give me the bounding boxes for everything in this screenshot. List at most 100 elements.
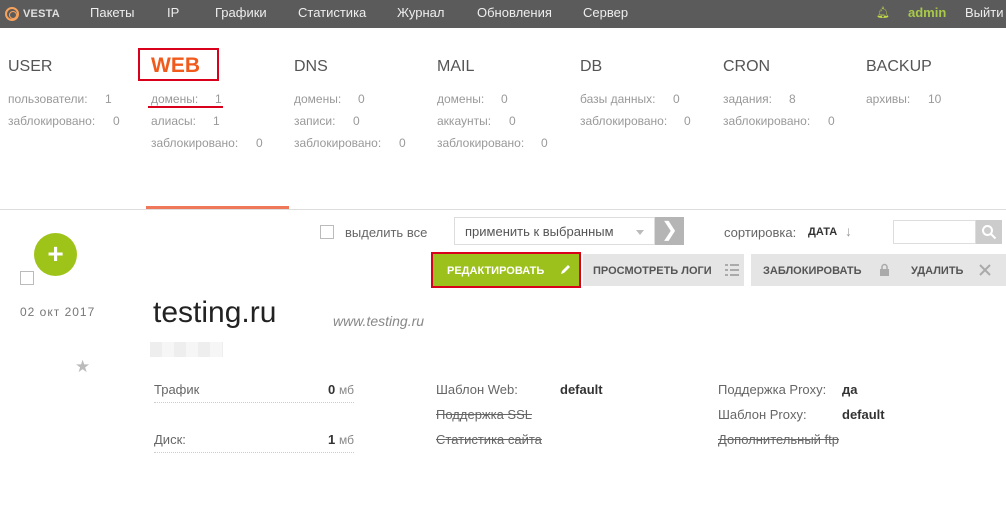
view-logs-label: ПРОСМОТРЕТЬ ЛОГИ [593, 265, 712, 277]
vesta-logo-icon [5, 7, 19, 21]
delete-label: УДАЛИТЬ [911, 265, 964, 277]
panel-dns-title: DNS [294, 58, 328, 75]
panel-dns-stat-value: 0 [399, 136, 406, 150]
panel-cron-stat-label: заблокировано: [723, 114, 811, 128]
panel-dns-stat-value: 0 [358, 92, 365, 106]
highlight-underline [148, 106, 223, 108]
panel-web-stat-value: 0 [256, 136, 263, 150]
proxy-support-label: Поддержка Proxy: [718, 382, 827, 397]
search-icon [982, 225, 997, 240]
close-icon [979, 264, 991, 276]
row-checkbox[interactable] [20, 271, 34, 285]
traffic-label: Трафик [154, 382, 200, 397]
proxy-template-label: Шаблон Proxy: [718, 407, 807, 422]
disk-value: 1 [328, 432, 336, 447]
search-input[interactable] [893, 220, 976, 244]
add-domain-button[interactable]: + [34, 233, 77, 276]
panel-db-stat-label: заблокировано: [580, 114, 668, 128]
panel-user-stat-value: 1 [105, 92, 112, 106]
nav-graphs[interactable]: Графики [215, 5, 267, 20]
panel-web-stat-label: заблокировано: [151, 136, 239, 150]
proxy-support-value: да [842, 382, 858, 397]
proxy-template-value: default [842, 407, 885, 422]
panel-dns-stat-value: 0 [353, 114, 360, 128]
panel-dns-stat-label: записи: [294, 114, 336, 128]
record-date: 02 окт 2017 [20, 305, 96, 319]
sort-direction-icon[interactable]: ↓ [845, 223, 852, 239]
panel-user-stat-value: 0 [113, 114, 120, 128]
web-template-value: default [560, 382, 603, 397]
panel-cron-stat-label: задания: [723, 92, 773, 106]
disk-label: Диск: [154, 432, 186, 447]
nav-packages[interactable]: Пакеты [90, 5, 135, 20]
delete-button[interactable]: УДАЛИТЬ [901, 254, 1006, 286]
panel-dns-stat-label: заблокировано: [294, 136, 382, 150]
apply-button[interactable]: ❯ [655, 217, 684, 245]
panel-backup-stat-value: 10 [928, 92, 942, 106]
traffic-bar [154, 402, 354, 403]
panel-mail-stat-value: 0 [501, 92, 508, 106]
domain-alias: www.testing.ru [333, 313, 425, 329]
panel-cron-stat-value: 8 [789, 92, 796, 106]
panel-cron-stat-value: 0 [828, 114, 835, 128]
web-template-label: Шаблон Web: [436, 382, 518, 397]
vesta-logo[interactable]: VESTA [5, 5, 60, 23]
panel-db-title: DB [580, 58, 603, 75]
disk-unit: мб [339, 433, 354, 447]
ssl-support-label: Поддержка SSL [436, 407, 533, 422]
sort-field[interactable]: ДАТА [808, 226, 837, 238]
select-all-checkbox[interactable] [320, 225, 334, 239]
panel-cron-title: CRON [723, 58, 771, 75]
lock-icon [880, 263, 889, 276]
panel-backup-title: BACKUP [866, 58, 932, 75]
traffic-value: 0 [328, 382, 336, 397]
bulk-action-select[interactable]: применить к выбранным [454, 217, 655, 245]
extra-ftp-label: Дополнительный ftp [718, 432, 840, 447]
domain-name: testing.ru [153, 296, 277, 329]
nav-server[interactable]: Сервер [583, 5, 628, 20]
site-stats-label: Статистика сайта [436, 432, 542, 447]
panel-mail-stat-label: домены: [437, 92, 485, 106]
star-icon[interactable]: ★ [75, 357, 90, 377]
top-bar: VESTA Пакеты IP Графики Статистика Журна… [0, 0, 1006, 28]
brand-name: VESTA [23, 8, 60, 20]
panel-web-stat-label: домены: [151, 92, 199, 106]
panel-db-stat-label: базы данных: [580, 92, 656, 106]
panel-mail-stat-value: 0 [541, 136, 548, 150]
sort-label: сортировка: [724, 225, 797, 240]
masked-ip [150, 342, 223, 357]
panel-mail-title: MAIL [437, 58, 475, 75]
nav-statistics[interactable]: Статистика [298, 5, 366, 20]
panel-mail-stat-label: заблокировано: [437, 136, 525, 150]
panel-mail-stat-label: аккаунты: [437, 114, 492, 128]
panel-db-stat-value: 0 [673, 92, 680, 106]
block-label: ЗАБЛОКИРОВАТЬ [763, 265, 862, 277]
panel-mail-stat-value: 0 [509, 114, 516, 128]
bell-icon[interactable]: 🔔︎ [876, 6, 890, 19]
search-button[interactable] [976, 220, 1002, 244]
list-icon [725, 264, 739, 276]
panel-db-stat-value: 0 [684, 114, 691, 128]
select-all-label[interactable]: выделить все [345, 225, 427, 240]
panel-user-stat-label: заблокировано: [8, 114, 96, 128]
nav-log[interactable]: Журнал [397, 5, 444, 20]
nav-updates[interactable]: Обновления [477, 5, 552, 20]
panel-web-stat-value: 1 [213, 114, 220, 128]
user-name[interactable]: admin [908, 5, 946, 20]
panel-backup-stat-label: архивы: [866, 92, 911, 106]
nav-ip[interactable]: IP [167, 5, 179, 20]
disk-bar [154, 452, 354, 453]
panel-web-stat-value: 1 [215, 92, 222, 106]
panel-user-title: USER [8, 58, 53, 75]
logout-link[interactable]: Выйти [965, 5, 1004, 20]
panel-dns-stat-label: домены: [294, 92, 342, 106]
panel-web-stat-label: алиасы: [151, 114, 197, 128]
view-logs-button[interactable]: ПРОСМОТРЕТЬ ЛОГИ [583, 254, 744, 286]
divider [0, 209, 1006, 210]
panel-web-title: WEB [151, 54, 200, 77]
traffic-unit: мб [339, 383, 354, 397]
highlight-box-edit [431, 252, 581, 288]
chevron-down-icon [636, 230, 644, 235]
panel-user-stat-label: пользователи: [8, 92, 88, 106]
block-button[interactable]: ЗАБЛОКИРОВАТЬ [751, 254, 901, 286]
